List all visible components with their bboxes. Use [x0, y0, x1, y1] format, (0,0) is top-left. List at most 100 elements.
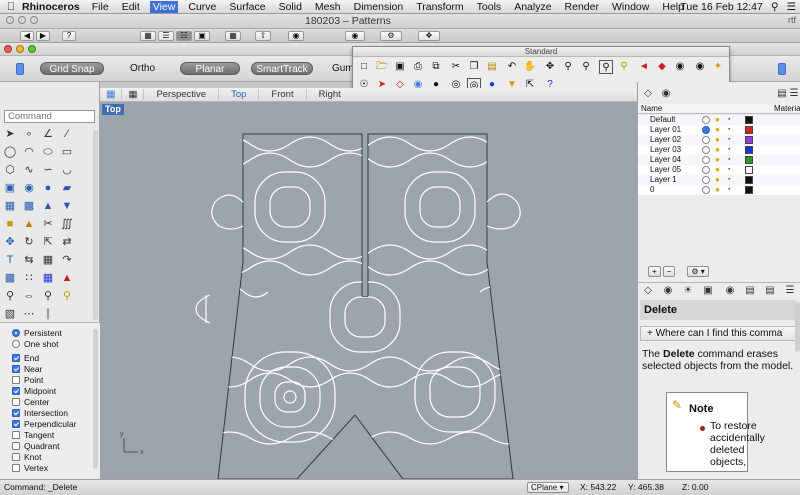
tag-icon[interactable]: ◉ [288, 31, 304, 41]
import-icon[interactable]: ⧉ [429, 60, 443, 74]
lock-icon[interactable]: ▪ [728, 145, 730, 155]
checkbox-icon[interactable] [12, 398, 20, 406]
viewport-title[interactable]: Top [102, 104, 124, 115]
rectangle-icon[interactable]: ▭ [59, 144, 75, 160]
select-arrow-icon[interactable]: ➤ [2, 126, 18, 142]
dot-icon[interactable]: ⋯ [21, 306, 37, 322]
forward-arrow-icon[interactable]: ▶ [36, 31, 50, 41]
object-tab-icon[interactable]: ▣ [702, 285, 714, 297]
car-view-icon[interactable]: ◄ [637, 60, 651, 74]
layers-tab-icon[interactable]: ◇ [642, 88, 654, 100]
add-layer-button[interactable]: + [648, 266, 661, 277]
layer-color-swatch[interactable] [745, 116, 753, 124]
osnap-end[interactable]: End [12, 353, 39, 363]
revolve-icon[interactable]: ▼ [59, 198, 75, 214]
current-layer-radio-icon[interactable] [702, 146, 710, 154]
grid-view-icon[interactable]: ▦ [140, 31, 156, 41]
lock-icon[interactable]: ▪ [728, 175, 730, 185]
bend-icon[interactable]: ↷ [59, 252, 75, 268]
lightbulb-icon[interactable]: ● [715, 155, 720, 165]
array-icon[interactable]: ▦ [40, 252, 56, 268]
column-view-icon[interactable]: ☷ [176, 31, 192, 41]
layer-row[interactable]: Layer 1 ● ▪ [638, 175, 800, 185]
dropbox-icon[interactable]: ❖ [418, 31, 440, 41]
mirror-icon[interactable]: ⇄ [59, 234, 75, 250]
paste-icon[interactable]: ▤ [485, 60, 499, 74]
menu-render[interactable]: Render [565, 1, 599, 13]
viewport-canvas[interactable]: y x [100, 102, 637, 479]
checkbox-icon[interactable] [12, 376, 20, 384]
layer-color-swatch[interactable] [745, 176, 753, 184]
boolean-icon[interactable]: ■ [2, 216, 18, 232]
arrange-icon[interactable]: ▦ [225, 31, 241, 41]
copy-icon[interactable]: ❐ [467, 60, 481, 74]
materials-tab-icon[interactable]: ◉ [660, 88, 672, 100]
osnap-point[interactable]: Point [12, 375, 43, 385]
lock-icon[interactable]: ▪ [728, 155, 730, 165]
list-view-icon[interactable]: ☰ [158, 31, 174, 41]
rotate-icon[interactable]: ↻ [21, 234, 37, 250]
help-scrollbar[interactable] [795, 302, 800, 352]
view-layout-icon[interactable]: ▦ [100, 89, 121, 100]
lock-icon[interactable]: ▪ [728, 185, 730, 195]
sweep-icon[interactable]: ▲ [40, 198, 56, 214]
polyline-icon[interactable]: ∠ [40, 126, 56, 142]
menu-curve[interactable]: Curve [188, 1, 216, 13]
trim-icon[interactable]: ✂ [40, 216, 56, 232]
current-layer-radio-icon[interactable] [702, 156, 710, 164]
zoom-window-icon[interactable]: ⚲ [579, 60, 593, 74]
left-sidebar-toggle-icon[interactable] [16, 63, 24, 75]
group-icon[interactable]: ▩ [2, 270, 18, 286]
circle-icon[interactable]: ◯ [2, 144, 18, 160]
show-icon[interactable]: ◉ [693, 60, 707, 74]
radio-icon[interactable] [12, 329, 20, 337]
panel-menu-icon[interactable]: ☰ [784, 285, 796, 297]
share-icon[interactable]: ⇧ [255, 31, 271, 41]
lightbulb-icon[interactable]: ● [715, 145, 720, 155]
lock-icon[interactable]: ▪ [728, 135, 730, 145]
menu-analyze[interactable]: Analyze [514, 1, 551, 13]
text-icon[interactable]: T [2, 252, 18, 268]
extrude-icon[interactable]: ▦ [2, 198, 18, 214]
layer-color-swatch[interactable] [745, 136, 753, 144]
notes-tab-icon[interactable]: ▤ [776, 88, 788, 100]
move-icon[interactable]: ✥ [2, 234, 18, 250]
layer-row[interactable]: Default ● ▪ [638, 115, 800, 125]
tab-top[interactable]: Top [218, 89, 258, 100]
zoom-icon[interactable] [28, 45, 36, 53]
panel-menu-icon[interactable]: ☰ [788, 88, 800, 100]
layers-tab-icon[interactable]: ◇ [642, 285, 654, 297]
point-icon[interactable]: ∘ [21, 126, 37, 142]
lightbulb-icon[interactable]: ● [715, 165, 720, 175]
osnap-perpendicular[interactable]: Perpendicular [12, 419, 76, 429]
wave-pattern[interactable] [210, 136, 570, 478]
osnap-midpoint[interactable]: Midpoint [12, 386, 56, 396]
split-icon[interactable]: ▲ [21, 216, 37, 232]
remove-layer-button[interactable]: − [662, 266, 676, 277]
rotate-view-icon[interactable]: ✥ [543, 60, 557, 74]
lock-icon[interactable]: ▪ [728, 125, 730, 135]
cylinder-icon[interactable]: ◉ [21, 180, 37, 196]
notes-tab-icon[interactable]: ▤ [764, 285, 776, 297]
smarttrack-button[interactable]: SmartTrack [251, 62, 313, 75]
osnap-center[interactable]: Center [12, 397, 50, 407]
four-view-icon[interactable]: ▦ [121, 89, 143, 100]
action-gear-icon[interactable]: ⚙ [380, 31, 402, 41]
ellipse-icon[interactable]: ⬭ [40, 144, 56, 160]
minimize-icon[interactable] [16, 45, 24, 53]
checkbox-icon[interactable] [12, 431, 20, 439]
menu-transform[interactable]: Transform [416, 1, 463, 13]
layer-row[interactable]: 0 ● ▪ [638, 185, 800, 195]
current-layer-radio-icon[interactable] [702, 126, 710, 134]
close-icon[interactable] [4, 45, 12, 53]
checkbox-icon[interactable] [12, 354, 20, 362]
osnap-intersection[interactable]: Intersection [12, 408, 68, 418]
tab-front[interactable]: Front [258, 89, 305, 100]
scale-icon[interactable]: ⇱ [40, 234, 56, 250]
mesh-icon[interactable]: ▦ [40, 270, 56, 286]
checkbox-icon[interactable] [12, 464, 20, 472]
cplane-dropdown[interactable]: CPlane ▾ [527, 482, 569, 493]
layer-color-swatch[interactable] [745, 156, 753, 164]
display-tab-icon[interactable]: ▤ [744, 285, 756, 297]
loft-icon[interactable]: ▩ [21, 198, 37, 214]
